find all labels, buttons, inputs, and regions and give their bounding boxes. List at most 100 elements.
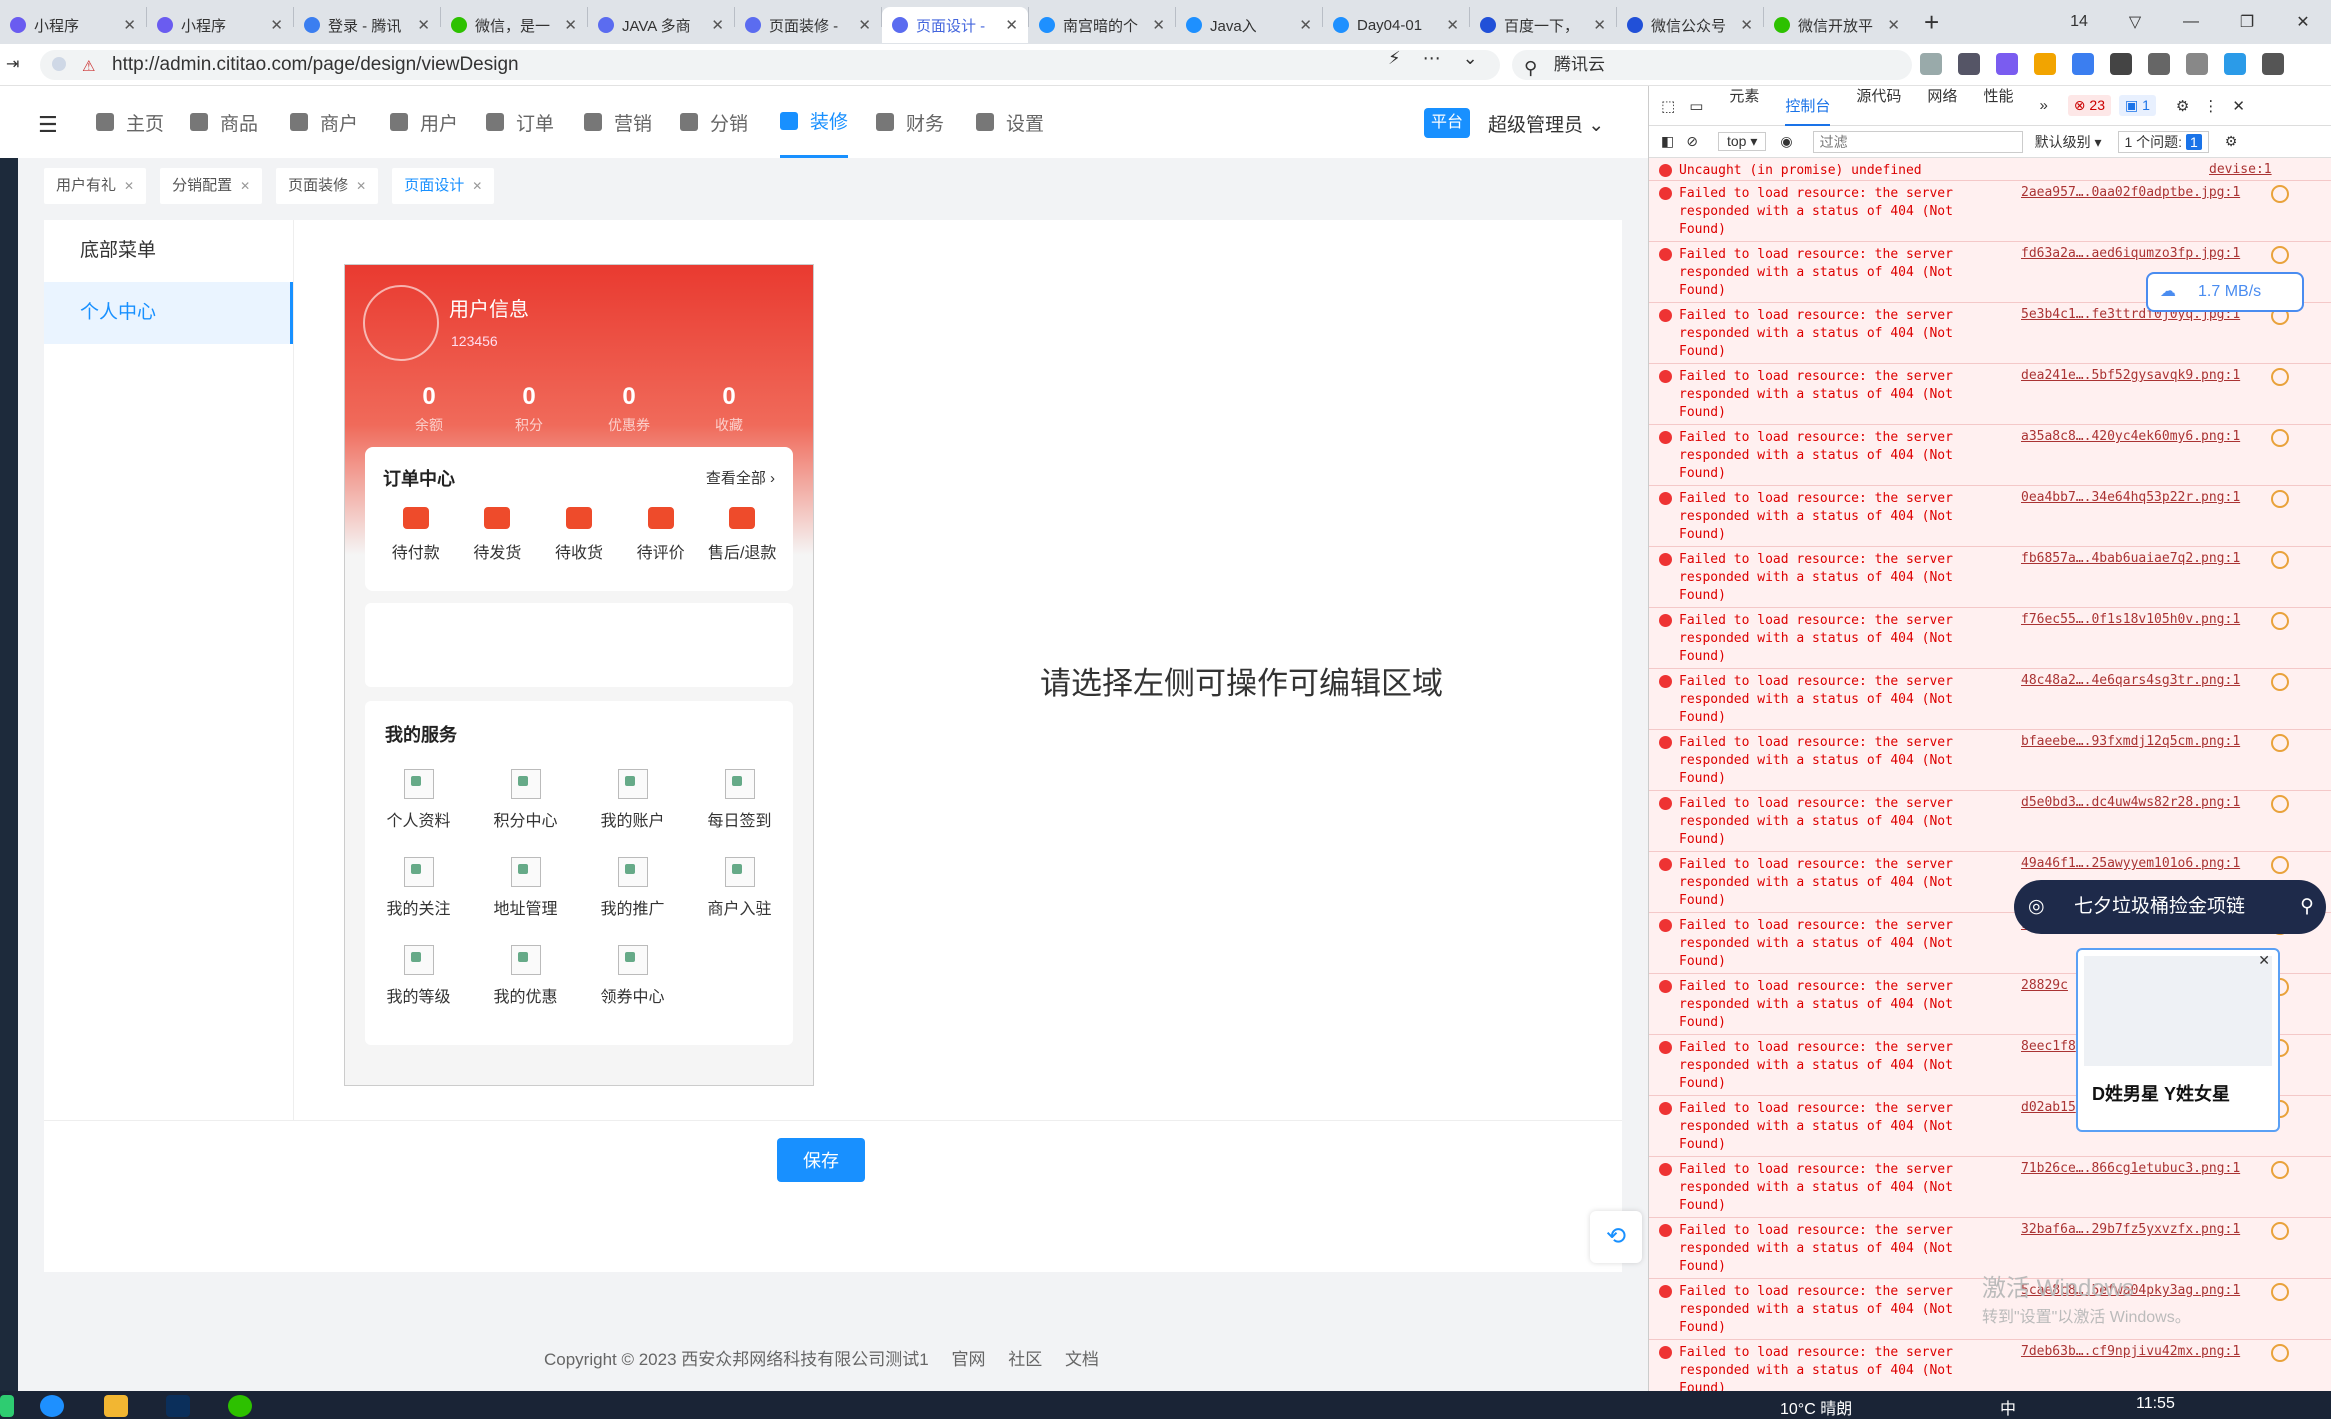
more-icon[interactable]: ⋯ <box>1423 48 1463 68</box>
close-tab-icon[interactable]: ✕ <box>1152 16 1165 34</box>
menu-icon[interactable] <box>2262 53 2284 75</box>
log-level-select[interactable]: 默认级别 ▾ <box>2035 132 2102 152</box>
user-menu[interactable]: 超级管理员 ⌄ <box>1488 110 1604 137</box>
photoshop-icon[interactable] <box>166 1395 190 1417</box>
sidebar-toggle-icon[interactable]: ⇥ <box>6 54 19 74</box>
log-source-link[interactable]: 32baf6a….29b7fz5yxvzfx.png:1 <box>2021 1222 2240 1237</box>
close-icon[interactable]: ✕ <box>472 179 482 193</box>
kebab-icon[interactable]: ⋮ <box>2203 97 2218 115</box>
stat-item[interactable]: 0 收藏 <box>694 383 764 435</box>
open-link-icon[interactable] <box>2271 1161 2289 1179</box>
browser-tab[interactable]: 百度一下， ✕ <box>1470 7 1616 43</box>
restore-icon[interactable]: ❐ <box>2219 12 2275 32</box>
log-source-link[interactable]: d02ab15 <box>2021 1100 2076 1115</box>
log-source-link[interactable]: f76ec55….0f1s18v105h0v.png:1 <box>2021 612 2240 627</box>
search-input[interactable]: ⚲ 腾讯云 <box>1512 50 1912 80</box>
log-source-link[interactable]: dea241e….5bf52gysavqk9.png:1 <box>2021 368 2240 383</box>
close-tab-icon[interactable]: ✕ <box>1005 16 1018 34</box>
error-count-badge[interactable]: ⊗ 23 <box>2067 95 2111 116</box>
open-link-icon[interactable] <box>2271 612 2289 630</box>
devtools-tab[interactable]: 元素 <box>1729 86 1759 126</box>
log-source-link[interactable]: fd63a2a….aed6iqumzo3fp.jpg:1 <box>2021 246 2240 261</box>
log-source-link[interactable]: 7deb63b….cf9npjivu42mx.png:1 <box>2021 1344 2240 1359</box>
nav-item-chart[interactable]: 营销 <box>584 86 652 158</box>
phone-preview[interactable]: 用户信息 123456 0 余额 0 积分 0 优惠券 0 收藏 订单中心 查看全部 › 待付… <box>344 264 814 1086</box>
close-window-icon[interactable]: ✕ <box>2275 12 2331 32</box>
close-tab-icon[interactable]: ✕ <box>270 16 283 34</box>
browser-tab[interactable]: Day04-01 ✕ <box>1323 7 1469 43</box>
save-button[interactable]: 保存 <box>777 1138 865 1182</box>
clock[interactable]: 11:55 <box>2136 1395 2175 1413</box>
devtools-tab[interactable]: 控制台 <box>1785 95 1831 126</box>
close-tab-icon[interactable]: ✕ <box>711 16 724 34</box>
open-link-icon[interactable] <box>2271 368 2289 386</box>
service-item[interactable]: 商户入驻 <box>686 857 793 919</box>
nav-item-bag[interactable]: 商品 <box>190 86 258 158</box>
stat-item[interactable]: 0 余额 <box>394 383 464 435</box>
close-tab-icon[interactable]: ✕ <box>1299 16 1312 34</box>
open-link-icon[interactable] <box>2271 185 2289 203</box>
nav-item-wallet[interactable]: 财务 <box>876 86 944 158</box>
menu-toggle-icon[interactable]: ☰ <box>38 112 58 138</box>
browser-tab[interactable]: 微信开放平 ✕ <box>1764 7 1910 43</box>
footer-link-community[interactable]: 社区 <box>1008 1350 1042 1369</box>
context-select[interactable]: top ▾ <box>1717 132 1767 151</box>
stat-item[interactable]: 0 积分 <box>494 383 564 435</box>
open-link-icon[interactable] <box>2271 1283 2289 1301</box>
log-source-link[interactable]: 2aea957….0aa02f0adptbe.jpg:1 <box>2021 185 2240 200</box>
order-status-item[interactable]: 待发货 <box>457 507 537 563</box>
close-tab-icon[interactable]: ✕ <box>1593 16 1606 34</box>
order-center-card[interactable]: 订单中心 查看全部 › 待付款 待发货 待收货 待评价 售后/退款 <box>365 447 793 591</box>
ext-purple-icon[interactable] <box>1996 53 2018 75</box>
log-source-link[interactable]: 71b26ce….866cg1etubuc3.png:1 <box>2021 1161 2240 1176</box>
tab-count-badge[interactable]: 14 <box>2051 13 2107 31</box>
service-item[interactable]: 积分中心 <box>472 769 579 831</box>
news-search-pill[interactable]: ◎ 七夕垃圾桶捡金项链 ⚲ <box>2014 880 2326 934</box>
browser-tab[interactable]: 小程序 ✕ <box>0 7 146 43</box>
devtools-tab[interactable]: 性能 <box>1983 86 2013 126</box>
service-item[interactable]: 个人资料 <box>365 769 472 831</box>
log-source-link[interactable]: 0ea4bb7….34e64hq53p22r.png:1 <box>2021 490 2240 505</box>
log-source-link[interactable]: devise:1 <box>2209 162 2272 177</box>
order-status-item[interactable]: 待收货 <box>539 507 619 563</box>
service-item[interactable]: 地址管理 <box>472 857 579 919</box>
close-icon[interactable]: ✕ <box>356 179 366 193</box>
nav-item-grid[interactable]: 主页 <box>96 86 164 158</box>
chevron-down-icon[interactable]: ⌄ <box>1463 48 1500 68</box>
browser-tab[interactable]: 微信公众号 ✕ <box>1617 7 1763 43</box>
clear-console-icon[interactable]: ⊘ <box>1686 133 1698 150</box>
console-filter-input[interactable]: 过滤 <box>1812 130 2023 153</box>
url-input[interactable]: ⚠ http://admin.cititao.com/page/design/v… <box>40 50 1500 80</box>
start-icon[interactable] <box>0 1395 14 1417</box>
open-link-icon[interactable] <box>2271 673 2289 691</box>
log-source-link[interactable]: bfaeebe….93fxmdj12q5cm.png:1 <box>2021 734 2240 749</box>
app-k-icon[interactable] <box>40 1395 64 1417</box>
wechat-icon[interactable] <box>228 1395 252 1417</box>
weather[interactable]: 10°C 晴朗 <box>1780 1395 1852 1419</box>
news-card[interactable]: ✕ D姓男星 Y姓女星 <box>2076 948 2280 1132</box>
footer-link-docs[interactable]: 文档 <box>1065 1350 1099 1369</box>
info-count-badge[interactable]: ▣ 1 <box>2119 95 2156 116</box>
stat-item[interactable]: 0 优惠券 <box>594 383 664 435</box>
log-source-link[interactable]: 49a46f1….25awyyem101o6.png:1 <box>2021 856 2240 871</box>
browser-tab[interactable]: 页面设计 - ✕ <box>882 7 1028 43</box>
close-devtools-icon[interactable]: ✕ <box>2232 97 2245 115</box>
search-icon[interactable]: ⚲ <box>2300 880 2314 934</box>
open-link-icon[interactable] <box>2271 1222 2289 1240</box>
new-tab-button[interactable]: + <box>1924 7 1939 38</box>
close-tab-icon[interactable]: ✕ <box>1740 16 1753 34</box>
nav-item-store[interactable]: 商户 <box>290 86 358 158</box>
close-tab-icon[interactable]: ✕ <box>858 16 871 34</box>
close-icon[interactable]: ✕ <box>240 179 250 193</box>
console-settings-icon[interactable]: ⚙ <box>2225 133 2238 150</box>
devtools-tab[interactable]: 源代码 <box>1856 86 1901 126</box>
nav-item-user[interactable]: 用户 <box>390 86 458 158</box>
lightning-icon[interactable]: ⚡ <box>1388 48 1423 68</box>
eye-icon[interactable]: ◉ <box>1780 133 1792 150</box>
log-source-link[interactable]: d5e0bd3….dc4uw4ws82r28.png:1 <box>2021 795 2240 810</box>
close-tab-icon[interactable]: ✕ <box>123 16 136 34</box>
open-link-icon[interactable] <box>2271 856 2289 874</box>
log-source-link[interactable]: 48c48a2….4e6qars4sg3tr.png:1 <box>2021 673 2240 688</box>
open-link-icon[interactable] <box>2271 246 2289 264</box>
view-all-link[interactable]: 查看全部 › <box>706 467 775 488</box>
